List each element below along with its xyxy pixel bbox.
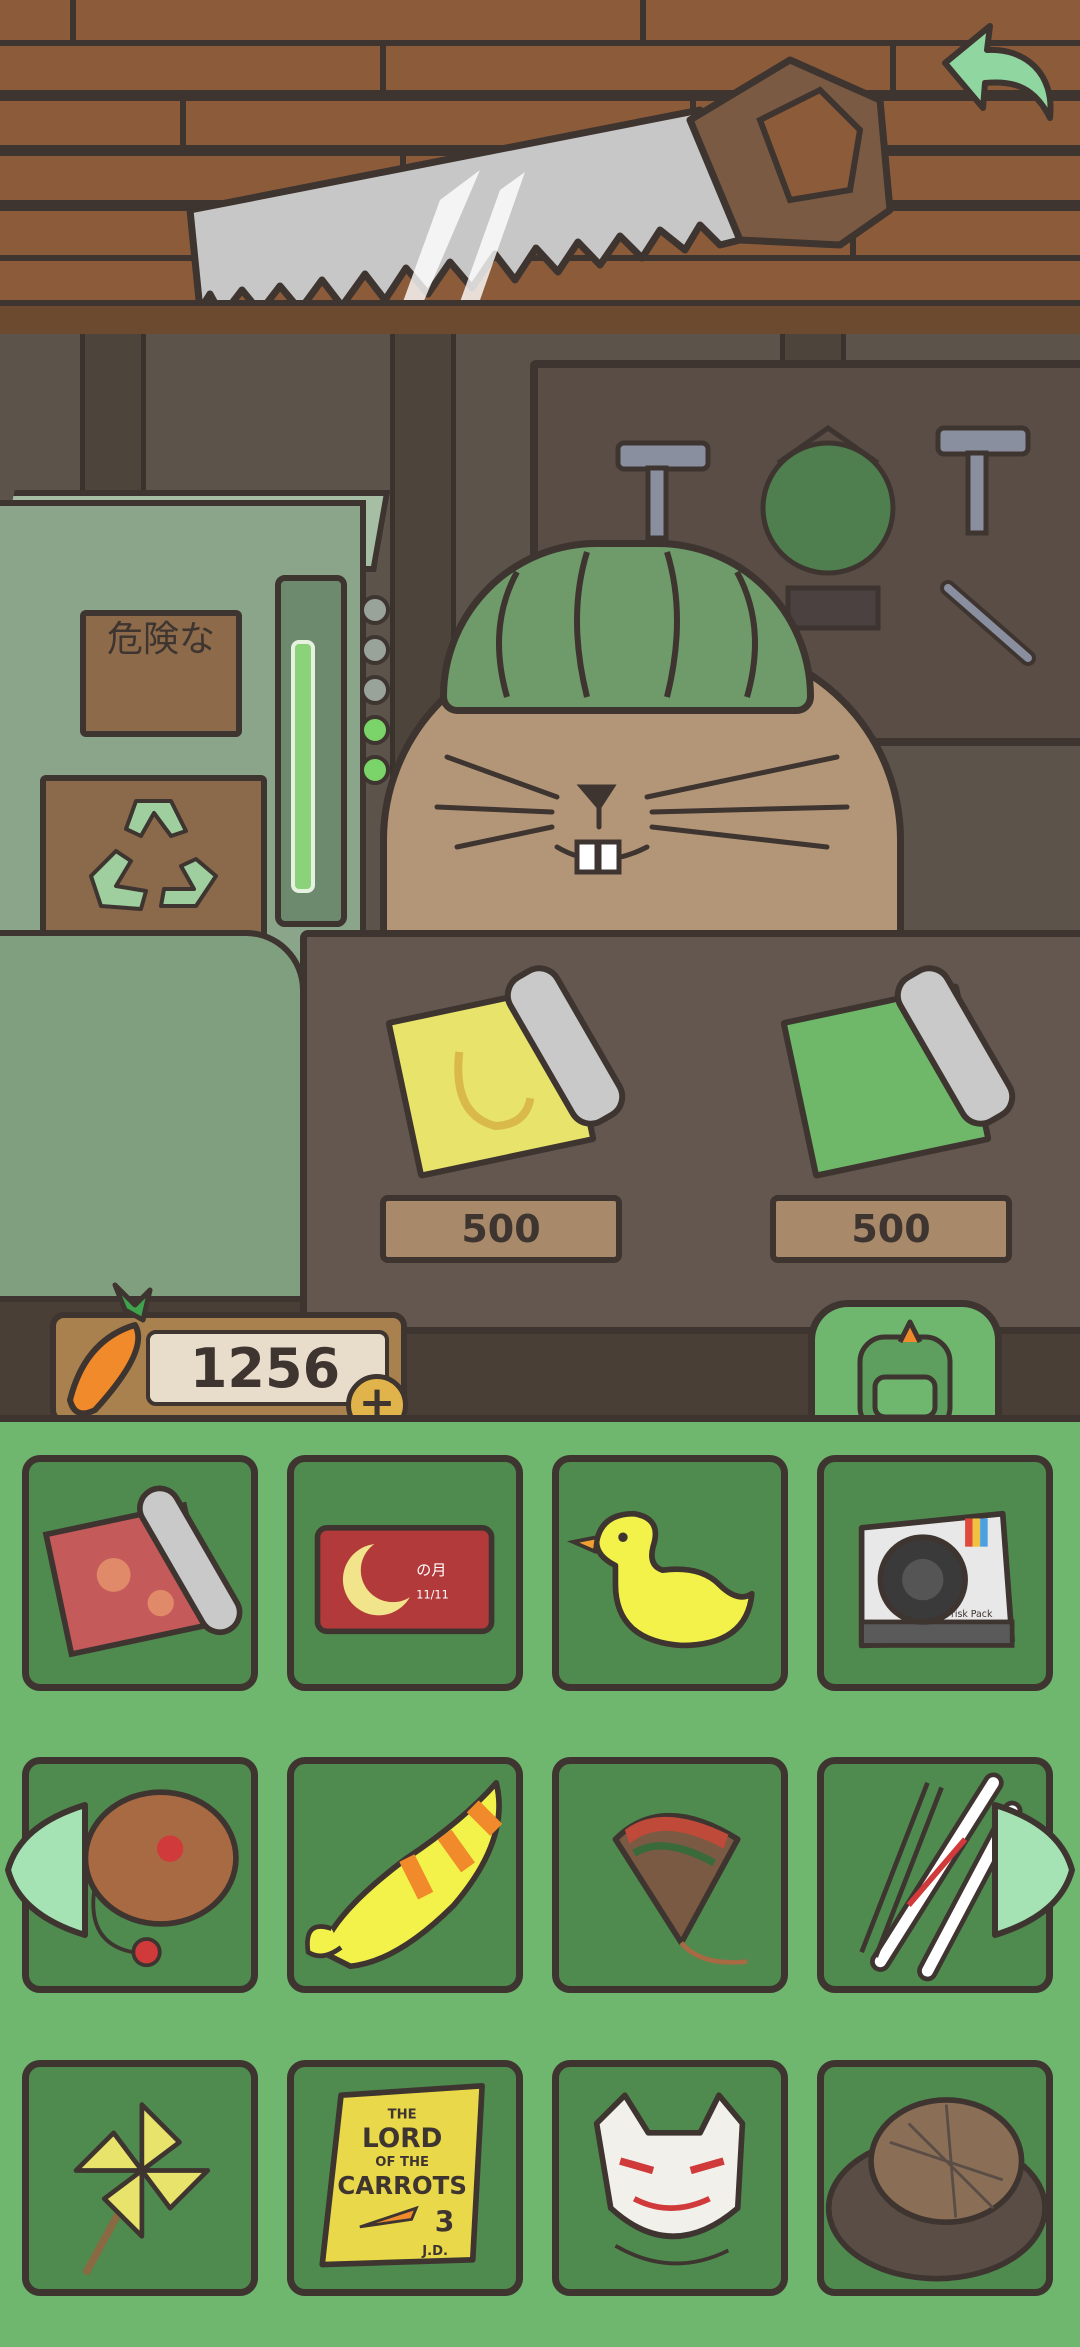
book-author: J.D. (421, 2244, 448, 2259)
spinning-top-icon (612, 1813, 748, 1965)
watermelon-helmet (440, 540, 814, 714)
hat-icon (825, 2097, 1046, 2282)
book-title-line2: LORD (362, 2124, 442, 2154)
price-tag: 500 (770, 1195, 1012, 1263)
inventory-slot-swim-ring[interactable] (287, 1757, 523, 1993)
book-title-line1: THE (388, 2108, 417, 2123)
mask-icon (593, 2092, 746, 2266)
inventory-slot-pinwheel[interactable] (22, 2060, 258, 2296)
inventory-slot-straw-hat[interactable] (817, 2060, 1053, 2296)
inventory-slot-spinning-top[interactable] (552, 1757, 788, 1993)
camera-brand: Frisk Pack (946, 1609, 993, 1620)
book-volume: 3 (435, 2206, 455, 2239)
gauge-level (291, 640, 315, 893)
postcard-text: の月 (416, 1561, 446, 1579)
indicator-light (360, 675, 390, 705)
saw-icon (186, 56, 894, 320)
duck-icon (566, 1510, 755, 1649)
indicator-light (360, 635, 390, 665)
book-icon: THE LORD OF THE CARROTS 3 J.D. (319, 2082, 485, 2268)
previous-page-arrow-icon[interactable] (0, 1795, 90, 1945)
indicator-light (360, 595, 390, 625)
indicator-light (360, 755, 390, 785)
inventory-slot-camera[interactable]: Frisk Pack (817, 1455, 1053, 1691)
inventory-slot-postcard[interactable]: の月 11/11 (287, 1455, 523, 1691)
swim-ring-icon (305, 1779, 503, 1970)
scroll-icon (42, 1485, 243, 1658)
back-arrow-icon[interactable] (925, 18, 1065, 128)
book-title-line4: CARROTS (337, 2171, 467, 2200)
postcard-date: 11/11 (416, 1588, 448, 1601)
machine-door (0, 930, 306, 1302)
inventory-slot-duck[interactable] (552, 1455, 788, 1691)
danger-sign: 危険な (80, 610, 242, 737)
carrot-icon (67, 1282, 153, 1417)
next-page-arrow-icon[interactable] (990, 1795, 1080, 1945)
pinwheel-icon (73, 2102, 211, 2276)
inventory-slot-book[interactable]: THE LORD OF THE CARROTS 3 J.D. (287, 2060, 523, 2296)
inventory-slot-fox-mask[interactable] (552, 2060, 788, 2296)
camera-icon: Frisk Pack (858, 1510, 1015, 1649)
inventory-slot-red-scroll[interactable] (22, 1455, 258, 1691)
postcard-icon: の月 11/11 (314, 1525, 495, 1635)
carrot-count: 1256 (189, 1337, 341, 1400)
indicator-light (360, 715, 390, 745)
price-tag: 500 (380, 1195, 622, 1263)
recycle-box (40, 775, 267, 947)
book-title-line3: OF THE (375, 2155, 429, 2170)
